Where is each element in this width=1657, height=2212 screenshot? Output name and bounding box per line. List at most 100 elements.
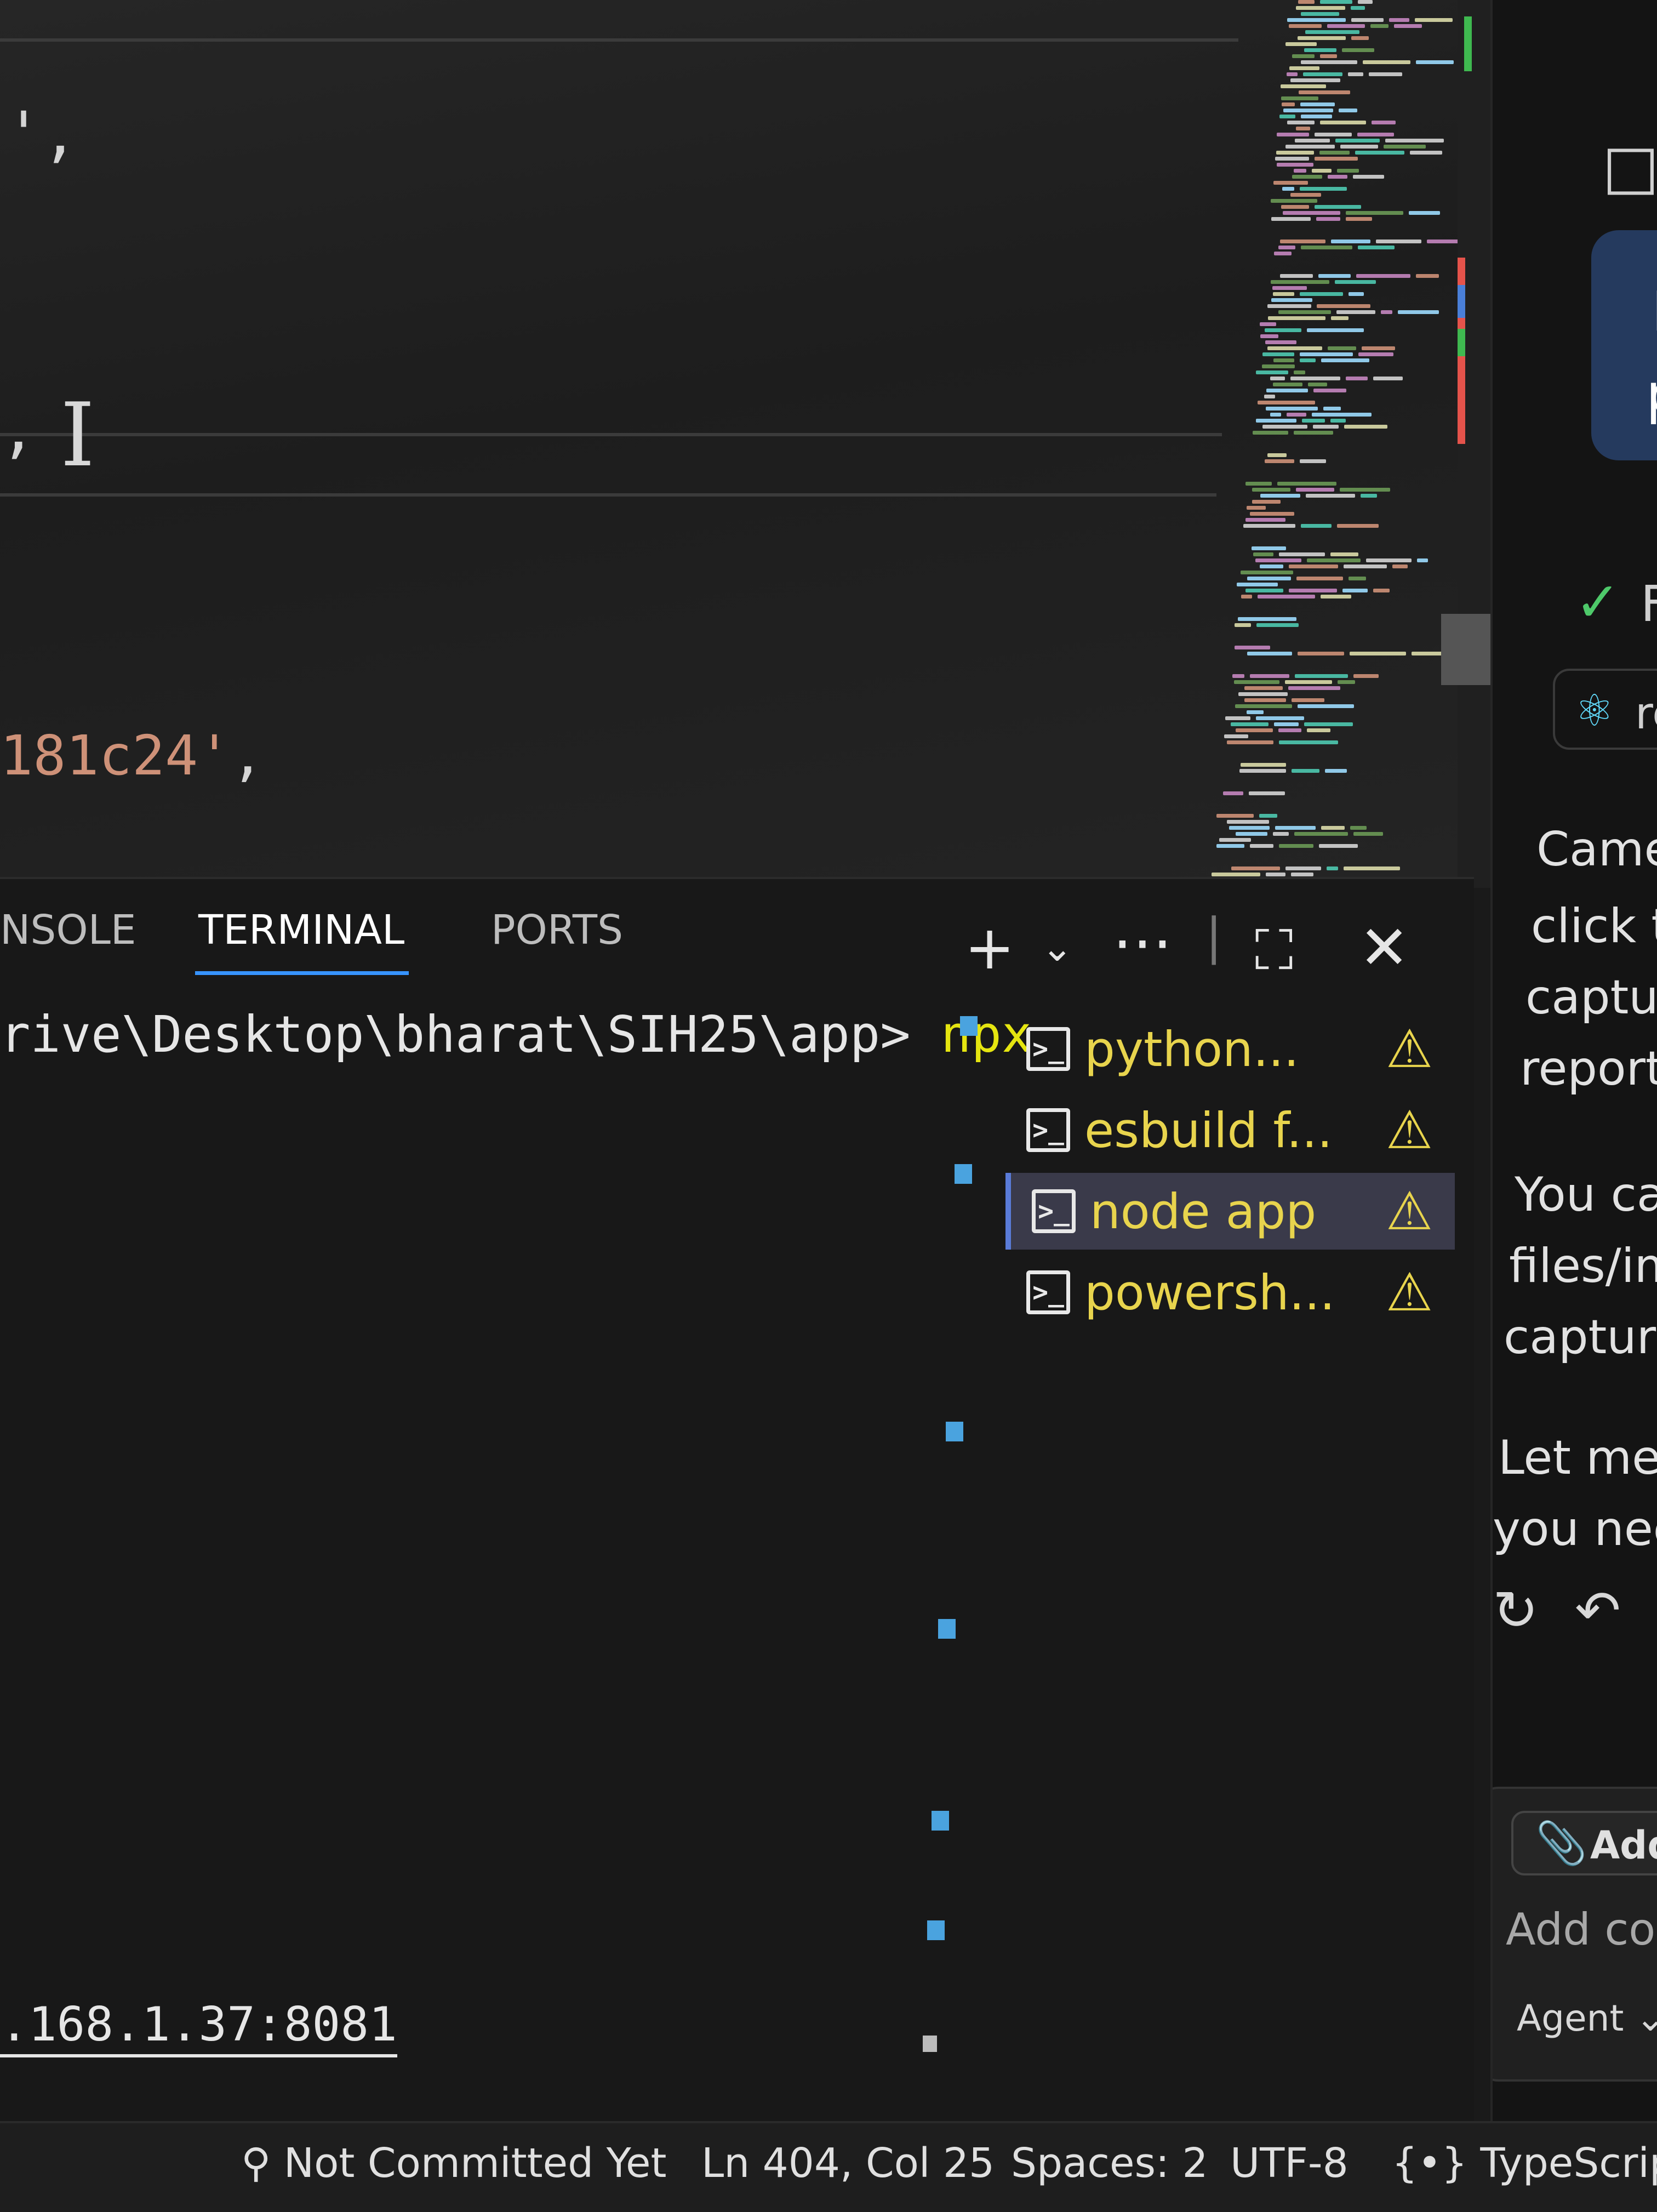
terminal-output[interactable]: rive\Desktop\bharat\SIH25\app> npx <box>0 1005 1032 1064</box>
tab-terminal[interactable]: TERMINAL <box>198 907 404 954</box>
retry-icon[interactable]: ↻ <box>1493 1578 1539 1643</box>
chat-input-field[interactable]: Add cont <box>1506 1904 1657 1955</box>
minimap-line <box>1273 252 1292 255</box>
minimap-line <box>1346 211 1404 215</box>
terminal-list-item[interactable]: >_ python... ⚠ <box>1005 1011 1455 1087</box>
bookmark-icon[interactable]: □ <box>1602 132 1657 202</box>
minimap-line <box>1337 169 1359 173</box>
git-commit-icon: ⚲ <box>241 2140 284 2187</box>
minimap-line <box>1300 102 1335 106</box>
minimap-line <box>1351 18 1384 22</box>
terminal-address[interactable]: .168.1.37:8081 <box>0 1997 397 2057</box>
minimap-line <box>1416 274 1439 278</box>
terminal-list-item[interactable]: >_ esbuild f... ⚠ <box>1005 1092 1455 1168</box>
minimap-line <box>1234 646 1270 649</box>
minimap-line <box>1250 512 1295 516</box>
scrollbar-marker <box>955 1164 972 1184</box>
add-context-button[interactable]: 📎 Add C <box>1511 1811 1657 1875</box>
scroll-thumb[interactable] <box>1441 614 1490 685</box>
overview-ruler[interactable] <box>1441 0 1490 888</box>
minimap-line <box>1307 383 1327 386</box>
response-text: Let me k <box>1498 1430 1657 1485</box>
minimap-line <box>1294 431 1334 435</box>
minimap[interactable] <box>1211 0 1470 877</box>
code-line: ', <box>5 99 78 169</box>
message-text: p <box>1646 362 1657 426</box>
chat-input-box[interactable]: 📎 Add C Add cont Agent ⌄ <box>1493 1787 1657 2082</box>
minimap-line <box>1271 280 1330 284</box>
terminal-icon: >_ <box>1032 1189 1076 1233</box>
minimap-line <box>1255 370 1288 374</box>
minimap-line <box>1262 425 1308 429</box>
minimap-line <box>1340 488 1391 492</box>
cursor-position[interactable]: Ln 404, Col 25 <box>701 2140 995 2187</box>
indentation[interactable]: Spaces: 2 <box>1011 2140 1208 2187</box>
minimap-line <box>1303 72 1343 76</box>
minimap-line <box>1285 42 1317 46</box>
minimap-line <box>1253 431 1289 435</box>
minimap-line <box>1409 211 1441 215</box>
minimap-line <box>1381 310 1393 314</box>
minimap-line <box>1349 652 1406 655</box>
minimap-line <box>1314 157 1358 161</box>
terminal-list: >_ python... ⚠ >_ esbuild f... ⚠ >_ node… <box>1005 1011 1455 1335</box>
minimap-line <box>1273 832 1289 836</box>
minimap-line <box>1287 121 1315 124</box>
minimap-line <box>1304 48 1337 52</box>
bottom-panel: NSOLE TERMINAL PORTS + ⌄ ⋯ | ⛶ ✕ rive\De… <box>0 877 1474 2123</box>
undo-icon[interactable]: ↶ <box>1575 1578 1621 1643</box>
minimap-line <box>1280 274 1313 278</box>
encoding[interactable]: UTF-8 <box>1230 2140 1349 2187</box>
tab-debug-console[interactable]: NSOLE <box>0 907 136 954</box>
minimap-line <box>1273 722 1299 726</box>
minimap-line <box>1398 310 1439 314</box>
terminal-icon: >_ <box>1026 1027 1070 1071</box>
minimap-line <box>1244 698 1286 702</box>
terminal-icon: >_ <box>1026 1108 1070 1152</box>
minimap-line <box>1343 866 1400 870</box>
git-commit-status[interactable]: ⚲ Not Committed Yet <box>241 2140 667 2187</box>
ellipsis-icon[interactable]: ⋯ <box>1112 912 1173 972</box>
minimap-line <box>1239 769 1287 773</box>
minimap-line <box>1290 78 1341 82</box>
minimap-line <box>1289 24 1322 28</box>
minimap-line <box>1290 193 1322 197</box>
minimap-line <box>1353 674 1379 678</box>
minimap-line <box>1313 389 1346 392</box>
minimap-line <box>1350 826 1367 830</box>
minimap-line <box>1304 722 1353 726</box>
code-editor[interactable]: ', , I 181c24', <box>0 0 1512 877</box>
minimap-line <box>1252 500 1281 504</box>
minimap-line <box>1301 60 1358 64</box>
minimap-line <box>1266 407 1318 411</box>
minimap-line <box>1409 151 1442 155</box>
minimap-line <box>1235 728 1273 732</box>
minimap-line <box>1345 377 1368 380</box>
response-text: You can <box>1515 1167 1657 1222</box>
close-icon[interactable]: ✕ <box>1359 917 1409 978</box>
minimap-line <box>1270 377 1285 380</box>
minimap-line <box>1234 680 1280 684</box>
minimap-line <box>1296 577 1343 580</box>
minimap-line <box>1316 217 1341 221</box>
chevron-down-icon[interactable]: ⌄ <box>1041 928 1073 967</box>
minimap-line <box>1272 383 1302 386</box>
tab-ports[interactable]: PORTS <box>491 907 623 954</box>
minimap-line <box>1300 187 1347 191</box>
minimap-line <box>1353 175 1385 179</box>
agent-mode-select[interactable]: Agent ⌄ <box>1517 1997 1657 2039</box>
scrollbar-marker <box>938 1619 956 1639</box>
minimap-line <box>1264 459 1294 463</box>
minimap-line <box>1317 304 1371 308</box>
minimap-line <box>1292 54 1315 58</box>
minimap-line <box>1281 96 1318 100</box>
terminal-list-item[interactable]: >_ powersh... ⚠ <box>1005 1254 1455 1331</box>
plus-icon[interactable]: + <box>964 917 1015 978</box>
minimap-line <box>1313 425 1339 429</box>
terminal-list-item[interactable]: >_ node app ⚠ <box>1005 1173 1455 1250</box>
maximize-icon[interactable]: ⛶ <box>1255 923 1293 978</box>
code-line: 181c24', <box>0 723 264 788</box>
language-mode[interactable]: {•} TypeScript J <box>1392 2140 1657 2187</box>
minimap-line <box>1235 704 1292 708</box>
minimap-line <box>1273 358 1294 362</box>
